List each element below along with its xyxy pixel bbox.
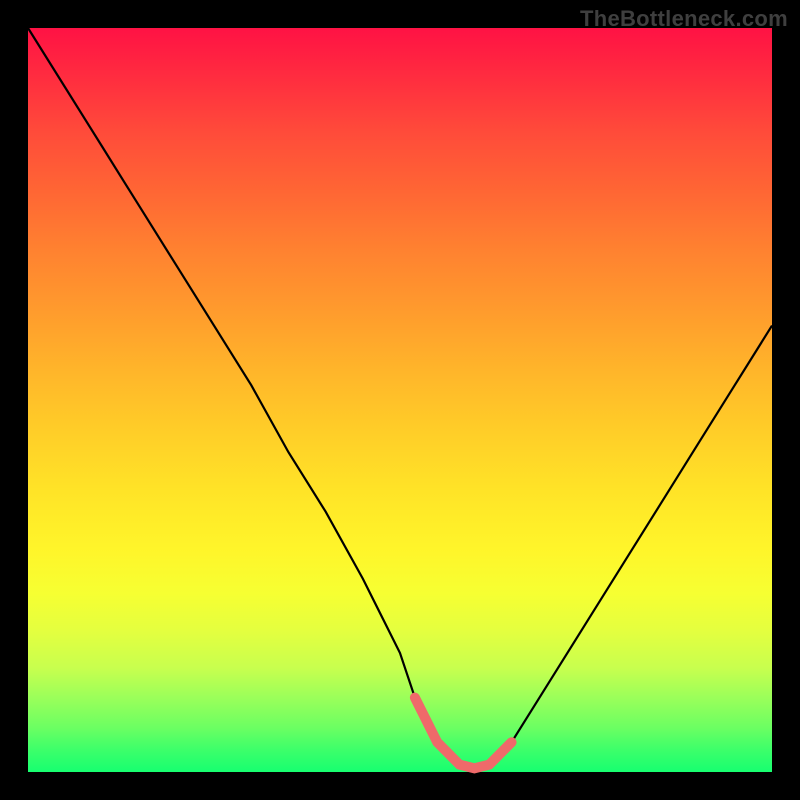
plot-area: [28, 28, 772, 772]
watermark-text: TheBottleneck.com: [580, 6, 788, 32]
trough-highlight: [415, 698, 512, 769]
bottleneck-curve-svg: [28, 28, 772, 772]
bottleneck-curve: [28, 28, 772, 768]
chart-frame: TheBottleneck.com: [0, 0, 800, 800]
